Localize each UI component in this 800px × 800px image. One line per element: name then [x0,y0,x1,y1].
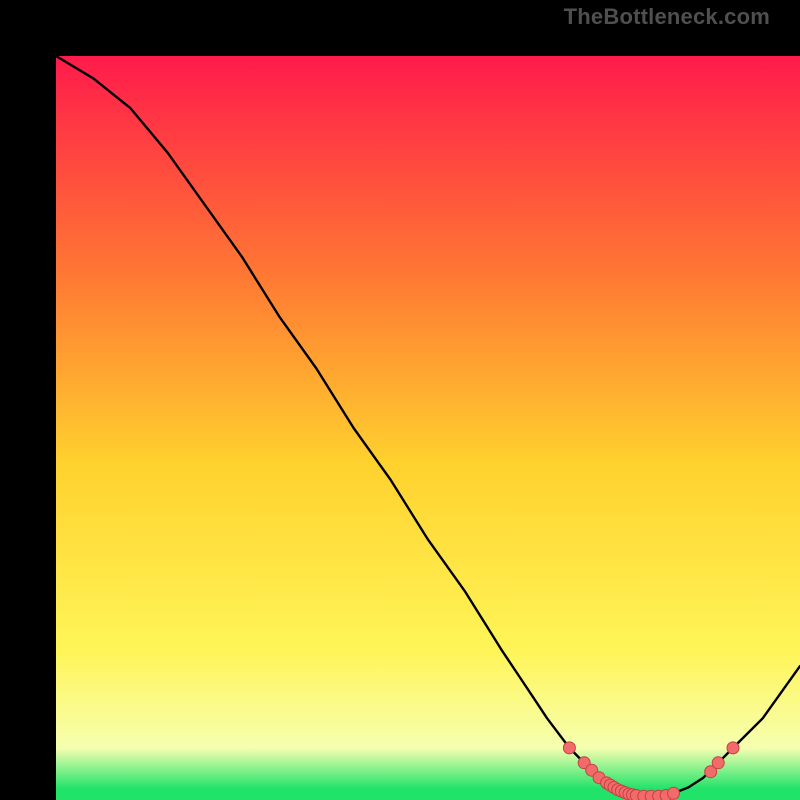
watermark-text: TheBottleneck.com [564,4,770,30]
chart-svg [56,56,800,800]
optimal-marker [727,742,739,754]
plot-frame [28,28,772,772]
optimal-marker [668,787,680,799]
gradient-bg [56,56,800,800]
optimal-marker [563,742,575,754]
optimal-marker [712,757,724,769]
